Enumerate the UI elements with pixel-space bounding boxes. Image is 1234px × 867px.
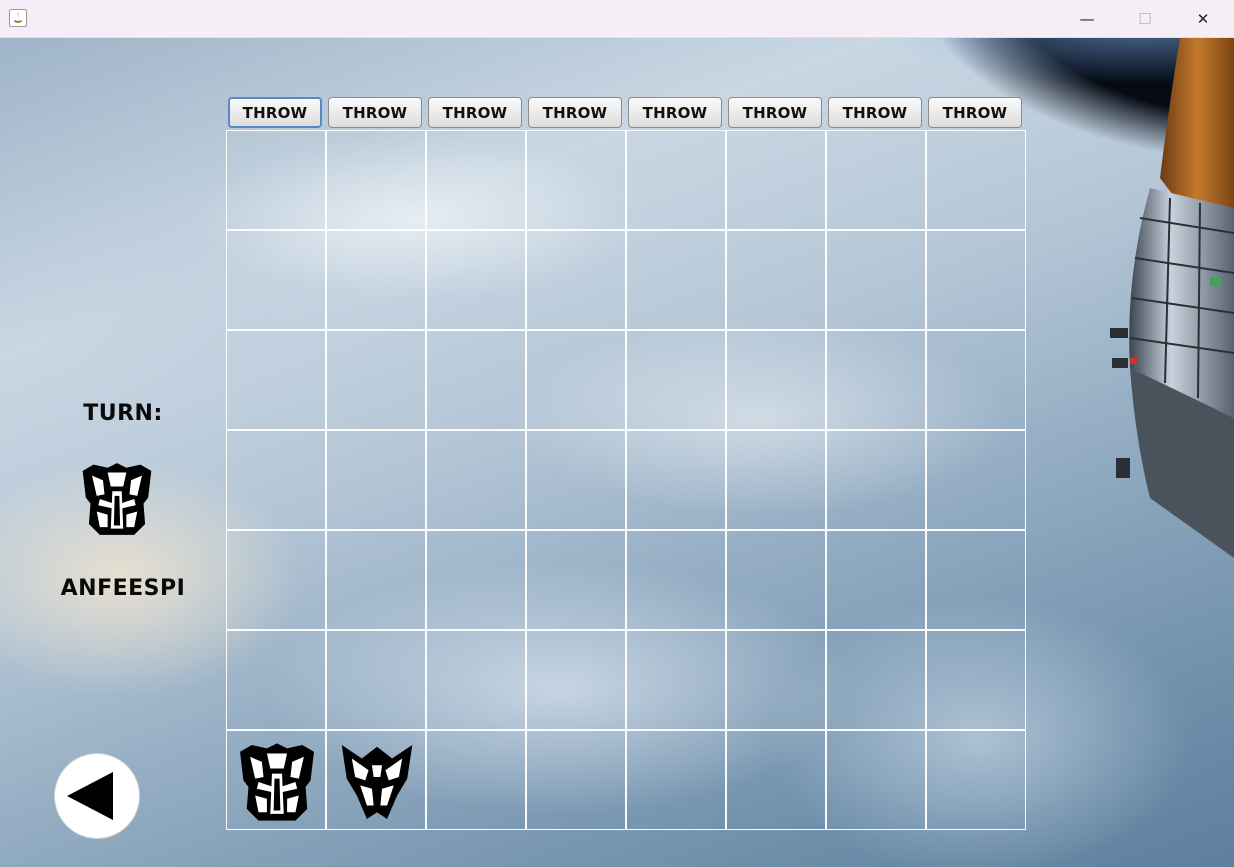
board-cell-r3-c2[interactable]: [326, 330, 426, 430]
board-cell-r1-c8[interactable]: [926, 130, 1026, 230]
board-cell-r7-c5[interactable]: [626, 730, 726, 830]
board-cell-r2-c8[interactable]: [926, 230, 1026, 330]
board-cell-r6-c4[interactable]: [526, 630, 626, 730]
board-cell-r2-c4[interactable]: [526, 230, 626, 330]
throw-button-col-7[interactable]: THROW: [828, 97, 922, 128]
space-station-image: [1110, 38, 1234, 558]
board-cell-r5-c3[interactable]: [426, 530, 526, 630]
board-cell-r2-c5[interactable]: [626, 230, 726, 330]
board-cell-r4-c4[interactable]: [526, 430, 626, 530]
board-cell-r3-c8[interactable]: [926, 330, 1026, 430]
board-cell-r1-c3[interactable]: [426, 130, 526, 230]
board-cell-r7-c6[interactable]: [726, 730, 826, 830]
board-cell-r7-c3[interactable]: [426, 730, 526, 830]
throw-button-col-3[interactable]: THROW: [428, 97, 522, 128]
board-cell-r3-c5[interactable]: [626, 330, 726, 430]
game-board: [226, 130, 1026, 830]
board-cell-r6-c5[interactable]: [626, 630, 726, 730]
throw-button-col-1[interactable]: THROW: [228, 97, 322, 128]
board-cell-r1-c6[interactable]: [726, 130, 826, 230]
board-cell-r4-c7[interactable]: [826, 430, 926, 530]
throw-button-col-8[interactable]: THROW: [928, 97, 1022, 128]
throw-button-col-6[interactable]: THROW: [728, 97, 822, 128]
board-cell-r5-c2[interactable]: [326, 530, 426, 630]
throw-button-col-4[interactable]: THROW: [528, 97, 622, 128]
current-player-name: ANFEESPI: [60, 576, 186, 601]
board-cell-r2-c1[interactable]: [226, 230, 326, 330]
board-cell-r6-c8[interactable]: [926, 630, 1026, 730]
board-cell-r7-c2[interactable]: [326, 730, 426, 830]
board-cell-r4-c2[interactable]: [326, 430, 426, 530]
board-cell-r4-c8[interactable]: [926, 430, 1026, 530]
close-button[interactable]: ✕: [1174, 0, 1232, 38]
board-cell-r6-c2[interactable]: [326, 630, 426, 730]
board-cell-r4-c6[interactable]: [726, 430, 826, 530]
java-app-icon: [9, 9, 27, 27]
board-cell-r5-c1[interactable]: [226, 530, 326, 630]
board-cell-r1-c4[interactable]: [526, 130, 626, 230]
back-button[interactable]: [54, 753, 140, 839]
window-titlebar: — ☐ ✕: [0, 0, 1234, 38]
minimize-button[interactable]: —: [1058, 0, 1116, 38]
maximize-button[interactable]: ☐: [1116, 0, 1174, 38]
board-cell-r3-c7[interactable]: [826, 330, 926, 430]
board-cell-r6-c7[interactable]: [826, 630, 926, 730]
board-cell-r3-c3[interactable]: [426, 330, 526, 430]
board-cell-r7-c8[interactable]: [926, 730, 1026, 830]
decepticon-piece-icon: [341, 745, 413, 819]
board-cell-r1-c2[interactable]: [326, 130, 426, 230]
board-cell-r4-c5[interactable]: [626, 430, 726, 530]
board-cell-r6-c6[interactable]: [726, 630, 826, 730]
autobot-piece-icon: [240, 743, 314, 821]
board-cell-r2-c2[interactable]: [326, 230, 426, 330]
board-cell-r2-c7[interactable]: [826, 230, 926, 330]
turn-label: TURN:: [83, 401, 163, 426]
board-cell-r7-c4[interactable]: [526, 730, 626, 830]
back-arrow-icon: [67, 772, 113, 820]
board-cell-r6-c1[interactable]: [226, 630, 326, 730]
board-cell-r2-c6[interactable]: [726, 230, 826, 330]
board-cell-r2-c3[interactable]: [426, 230, 526, 330]
board-cell-r5-c8[interactable]: [926, 530, 1026, 630]
board-cell-r5-c5[interactable]: [626, 530, 726, 630]
board-cell-r5-c4[interactable]: [526, 530, 626, 630]
board-cell-r1-c5[interactable]: [626, 130, 726, 230]
board-cell-r3-c6[interactable]: [726, 330, 826, 430]
board-cell-r3-c4[interactable]: [526, 330, 626, 430]
autobot-icon: [82, 463, 152, 535]
board-cell-r1-c7[interactable]: [826, 130, 926, 230]
board-cell-r1-c1[interactable]: [226, 130, 326, 230]
board-cell-r4-c3[interactable]: [426, 430, 526, 530]
board-cell-r7-c1[interactable]: [226, 730, 326, 830]
board-cell-r3-c1[interactable]: [226, 330, 326, 430]
board-cell-r5-c6[interactable]: [726, 530, 826, 630]
throw-button-col-5[interactable]: THROW: [628, 97, 722, 128]
board-cell-r4-c1[interactable]: [226, 430, 326, 530]
board-cell-r6-c3[interactable]: [426, 630, 526, 730]
throw-button-col-2[interactable]: THROW: [328, 97, 422, 128]
game-scene: THROW THROW THROW THROW THROW THROW THRO…: [0, 38, 1234, 867]
board-cell-r5-c7[interactable]: [826, 530, 926, 630]
board-cell-r7-c7[interactable]: [826, 730, 926, 830]
